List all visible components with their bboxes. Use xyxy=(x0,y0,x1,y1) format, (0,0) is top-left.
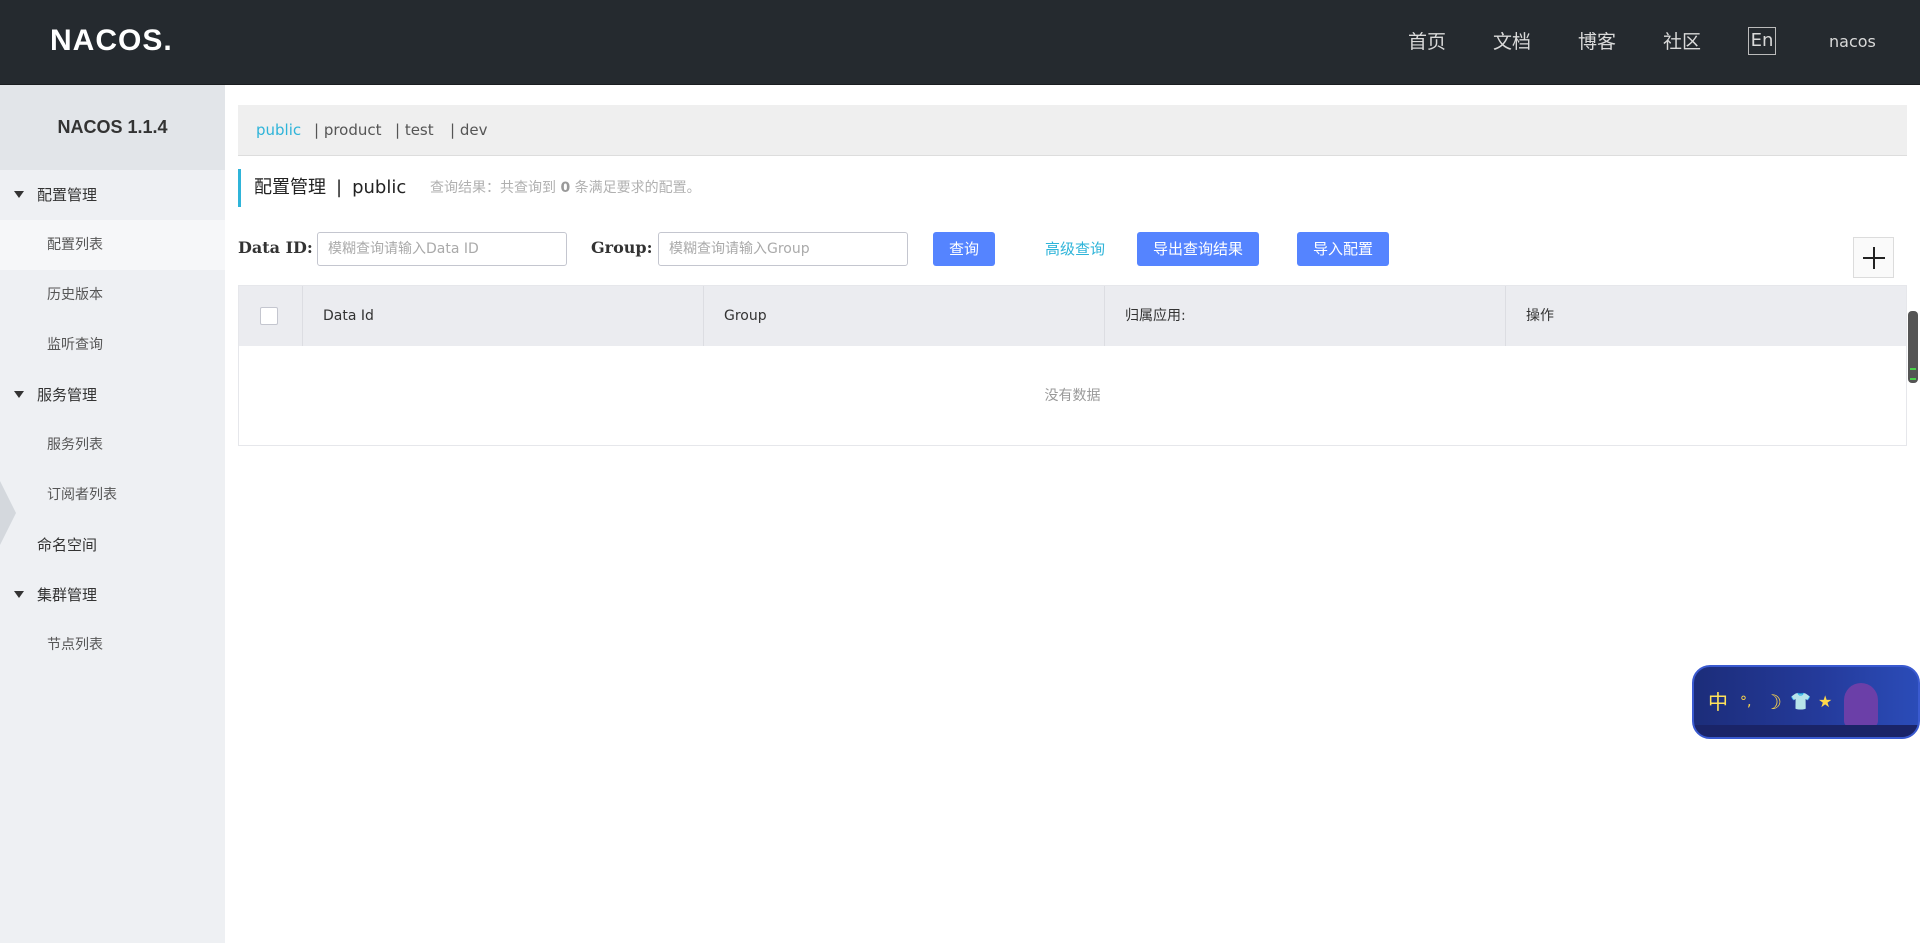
chinese-mode-icon[interactable]: 中 xyxy=(1708,687,1728,717)
page-title-separator: | xyxy=(336,177,343,198)
group-search-input[interactable] xyxy=(658,232,908,266)
punctuation-icon[interactable]: °, xyxy=(1740,687,1751,717)
nav-docs[interactable]: 文档 xyxy=(1493,0,1531,84)
product-version: NACOS 1.1.4 xyxy=(0,85,225,170)
select-all-cell xyxy=(239,286,303,346)
nav-blog[interactable]: 博客 xyxy=(1578,0,1616,84)
user-name[interactable]: nacos xyxy=(1829,0,1876,84)
sidebar-collapse-handle[interactable] xyxy=(0,481,16,545)
nav-community[interactable]: 社区 xyxy=(1663,0,1701,84)
select-all-checkbox[interactable] xyxy=(260,307,278,325)
menu-item-history[interactable]: 历史版本 xyxy=(0,270,225,320)
data-id-search-input[interactable] xyxy=(317,232,567,266)
menu-item-namespace[interactable]: 命名空间 xyxy=(0,520,225,570)
add-config-button[interactable] xyxy=(1853,237,1894,278)
advanced-query-link[interactable]: 高级查询 xyxy=(1045,232,1105,266)
result-prefix: 查询结果：共查询到 xyxy=(430,180,556,196)
column-header-group[interactable]: Group xyxy=(704,286,1105,346)
grip-icon xyxy=(1910,368,1916,380)
menu-item-service-list[interactable]: 服务列表 xyxy=(0,420,225,470)
caret-down-icon xyxy=(14,591,24,598)
namespace-tab-dev[interactable]: | dev xyxy=(450,105,487,155)
caret-down-icon xyxy=(14,391,24,398)
menu-group-service[interactable]: 服务管理 xyxy=(0,370,225,420)
menu-item-config-list[interactable]: 配置列表 xyxy=(0,220,225,270)
group-label: Group: xyxy=(591,238,653,257)
query-result-summary: 查询结果：共查询到 0 条满足要求的配置。 xyxy=(430,169,701,207)
floating-ime-widget[interactable]: 中 °, ☽ 👕 ★ xyxy=(1692,665,1920,739)
language-toggle-button[interactable]: En xyxy=(1748,27,1776,55)
query-button[interactable]: 查询 xyxy=(933,232,995,266)
skin-icon[interactable]: 👕 xyxy=(1790,687,1811,717)
menu-group-label: 服务管理 xyxy=(37,386,98,404)
nacos-logo[interactable]: NACOS. xyxy=(50,24,173,58)
table-empty-message: 没有数据 xyxy=(1044,388,1101,404)
nav-home[interactable]: 首页 xyxy=(1408,0,1446,84)
export-results-button[interactable]: 导出查询结果 xyxy=(1137,232,1259,266)
page-title-main: 配置管理 xyxy=(254,177,326,198)
top-header: NACOS. 首页 文档 博客 社区 En nacos xyxy=(0,0,1920,85)
menu-group-label: 集群管理 xyxy=(37,586,98,604)
page-title: 配置管理 | public xyxy=(254,169,406,207)
page-title-bar: 配置管理 | public 查询结果：共查询到 0 条满足要求的配置。 xyxy=(238,169,701,207)
namespace-tab-test[interactable]: | test xyxy=(395,105,434,155)
data-id-label: Data ID: xyxy=(238,238,313,257)
scrollbar-handle[interactable] xyxy=(1908,311,1918,383)
table-header: Data Id Group 归属应用: 操作 xyxy=(239,286,1906,346)
config-table: Data Id Group 归属应用: 操作 没有数据 xyxy=(238,285,1907,446)
star-icon[interactable]: ★ xyxy=(1818,687,1832,717)
menu-item-listener-query[interactable]: 监听查询 xyxy=(0,320,225,370)
namespace-tab-public[interactable]: public xyxy=(256,105,301,155)
page-title-namespace: public xyxy=(352,177,407,198)
import-config-button[interactable]: 导入配置 xyxy=(1297,232,1389,266)
column-header-operations: 操作 xyxy=(1526,308,1554,324)
namespace-bar: public | product | test | dev xyxy=(238,105,1907,156)
menu-group-cluster[interactable]: 集群管理 xyxy=(0,570,225,620)
sidebar: NACOS 1.1.4 配置管理 配置列表 历史版本 监听查询 服务管理 服务列… xyxy=(0,85,225,943)
caret-down-icon xyxy=(14,191,24,198)
column-header-app[interactable]: 归属应用: xyxy=(1105,286,1506,346)
menu-item-node-list[interactable]: 节点列表 xyxy=(0,620,225,670)
menu-item-subscriber-list[interactable]: 订阅者列表 xyxy=(0,470,225,520)
menu-group-config[interactable]: 配置管理 xyxy=(0,170,225,220)
mascot-icon xyxy=(1844,683,1878,727)
moon-icon[interactable]: ☽ xyxy=(1764,687,1782,717)
logo-text: NACOS. xyxy=(50,24,173,57)
result-suffix: 条满足要求的配置。 xyxy=(574,180,701,196)
widget-horizon xyxy=(1694,725,1918,737)
menu-group-label: 配置管理 xyxy=(37,186,98,204)
result-count: 0 xyxy=(560,180,571,196)
namespace-tab-product[interactable]: | product xyxy=(314,105,382,155)
column-header-data-id[interactable]: Data Id xyxy=(303,286,704,346)
